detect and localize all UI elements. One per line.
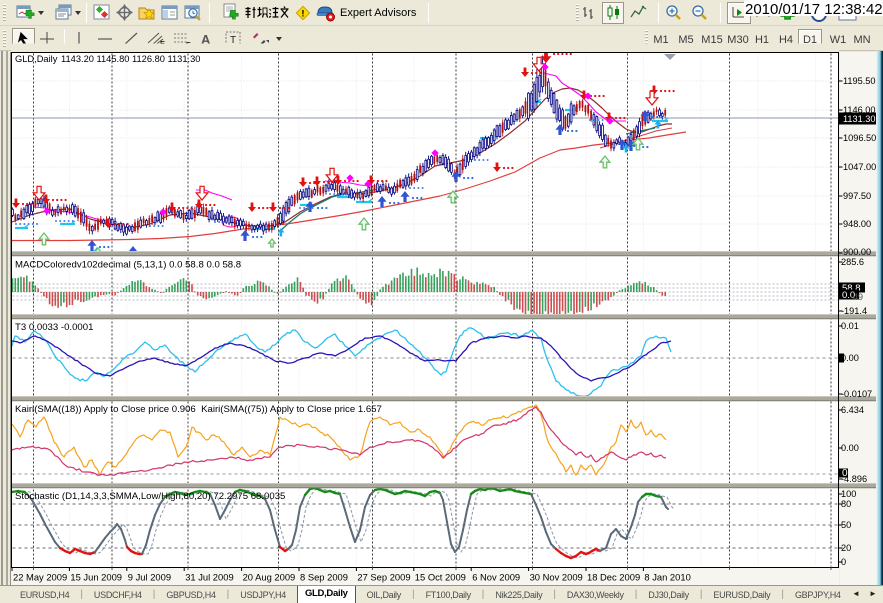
svg-text:0: 0 — [842, 468, 848, 479]
svg-text:100: 100 — [841, 489, 856, 499]
svg-text:900.00: 900.00 — [843, 247, 871, 257]
svg-text:18 Dec 2009: 18 Dec 2009 — [587, 572, 640, 583]
svg-text:997.50: 997.50 — [843, 191, 871, 201]
svg-text:1143.20 1145.80 1126.80 1131.3: 1143.20 1145.80 1126.80 1131.30 — [61, 54, 200, 64]
svg-text:285.6: 285.6 — [841, 257, 864, 267]
svg-text:1195.50: 1195.50 — [843, 76, 876, 86]
svg-text:1096.50: 1096.50 — [843, 133, 876, 143]
svg-text:80: 80 — [841, 499, 851, 509]
svg-text:20 Aug 2009: 20 Aug 2009 — [243, 572, 296, 583]
svg-text:-49: -49 — [850, 292, 863, 302]
svg-text:-0.0107: -0.0107 — [841, 389, 872, 399]
svg-text:-191.4: -191.4 — [841, 306, 867, 316]
svg-text:MACDColoredv102decimal (5,13,1: MACDColoredv102decimal (5,13,1) 0.0 58.8… — [15, 260, 241, 271]
svg-text:948.00: 948.00 — [843, 219, 871, 229]
svg-text:1047.00: 1047.00 — [843, 162, 876, 172]
svg-text:Kairi(SMA((18)) Apply to Close: Kairi(SMA((18)) Apply to Close price 0.9… — [15, 404, 382, 415]
svg-text:T3 0.0033 -0.0001: T3 0.0033 -0.0001 — [15, 322, 93, 333]
svg-text:22 May 2009: 22 May 2009 — [13, 572, 67, 583]
svg-text:50: 50 — [841, 520, 851, 530]
svg-text:0.01: 0.01 — [841, 321, 859, 331]
svg-text:9 Jul 2009: 9 Jul 2009 — [128, 572, 171, 583]
svg-text:8 Jan 2010: 8 Jan 2010 — [644, 572, 690, 583]
svg-text:6 Nov 2009: 6 Nov 2009 — [472, 572, 520, 583]
svg-text:31 Jul 2009: 31 Jul 2009 — [185, 572, 233, 583]
svg-text:0.00: 0.00 — [841, 443, 859, 453]
svg-text:27 Sep 2009: 27 Sep 2009 — [357, 572, 410, 583]
svg-text:20: 20 — [841, 543, 851, 553]
svg-text:15 Jun 2009: 15 Jun 2009 — [70, 572, 122, 583]
svg-text:GLD,Daily: GLD,Daily — [15, 54, 58, 64]
svg-text:Stochastic (D1,14,3,3,SMMA,Low: Stochastic (D1,14,3,3,SMMA,Low/High,80,2… — [15, 491, 285, 502]
svg-text:1131.30: 1131.30 — [843, 114, 876, 124]
svg-text:15 Oct 2009: 15 Oct 2009 — [415, 572, 466, 583]
svg-text:0: 0 — [841, 557, 846, 567]
svg-text:8 Sep 2009: 8 Sep 2009 — [300, 572, 348, 583]
svg-text:30 Nov 2009: 30 Nov 2009 — [530, 572, 583, 583]
svg-text:6.434: 6.434 — [841, 405, 864, 415]
